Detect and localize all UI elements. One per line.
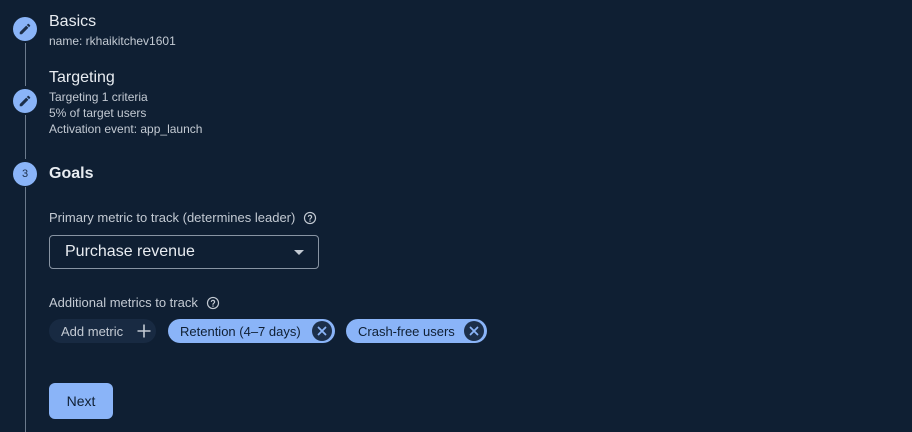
step-connector [25, 43, 26, 86]
experiment-stepper: Basics name: rkhaikitchev1601 Targeting … [0, 0, 912, 432]
metric-chip-label: Crash-free users [358, 323, 455, 339]
step-connector [25, 115, 26, 159]
step-targeting-criteria: Targeting 1 criteria [49, 90, 148, 104]
metric-chip-retention[interactable]: Retention (4–7 days) [168, 319, 335, 343]
help-icon[interactable] [206, 296, 220, 310]
plus-icon [137, 324, 151, 338]
additional-metrics-label: Additional metrics to track [49, 295, 198, 310]
help-icon[interactable] [303, 211, 317, 225]
primary-metric-label: Primary metric to track (determines lead… [49, 210, 296, 225]
step-targeting-event: Activation event: app_launch [49, 122, 203, 136]
remove-chip-button[interactable] [464, 321, 484, 341]
close-icon [469, 326, 479, 336]
remove-chip-button[interactable] [312, 321, 332, 341]
metric-chip-label: Retention (4–7 days) [180, 323, 301, 339]
pencil-icon [19, 95, 31, 107]
step-connector [25, 187, 26, 432]
primary-metric-select[interactable]: Purchase revenue [49, 235, 319, 269]
add-metric-button[interactable]: Add metric [49, 319, 156, 343]
additional-metrics-label-row: Additional metrics to track [49, 295, 220, 311]
step-targeting-edit-icon[interactable] [13, 89, 37, 113]
step-basics-title[interactable]: Basics [49, 12, 96, 32]
step-goals-number: 3 [13, 162, 37, 186]
step-goals-title: Goals [49, 165, 94, 182]
add-metric-label: Add metric [61, 323, 124, 339]
close-icon [317, 326, 327, 336]
step-basics-edit-icon[interactable] [13, 17, 37, 41]
step-basics-subtitle: name: rkhaikitchev1601 [49, 34, 176, 48]
dropdown-caret-icon [294, 250, 304, 255]
step-number: 3 [21, 168, 29, 180]
primary-metric-label-row: Primary metric to track (determines lead… [49, 210, 317, 226]
primary-metric-value: Purchase revenue [65, 243, 195, 260]
metric-chip-crash-free[interactable]: Crash-free users [346, 319, 487, 343]
step-targeting-title[interactable]: Targeting [49, 68, 115, 88]
step-targeting-users: 5% of target users [49, 106, 147, 120]
pencil-icon [19, 23, 31, 35]
next-button[interactable]: Next [49, 383, 113, 419]
